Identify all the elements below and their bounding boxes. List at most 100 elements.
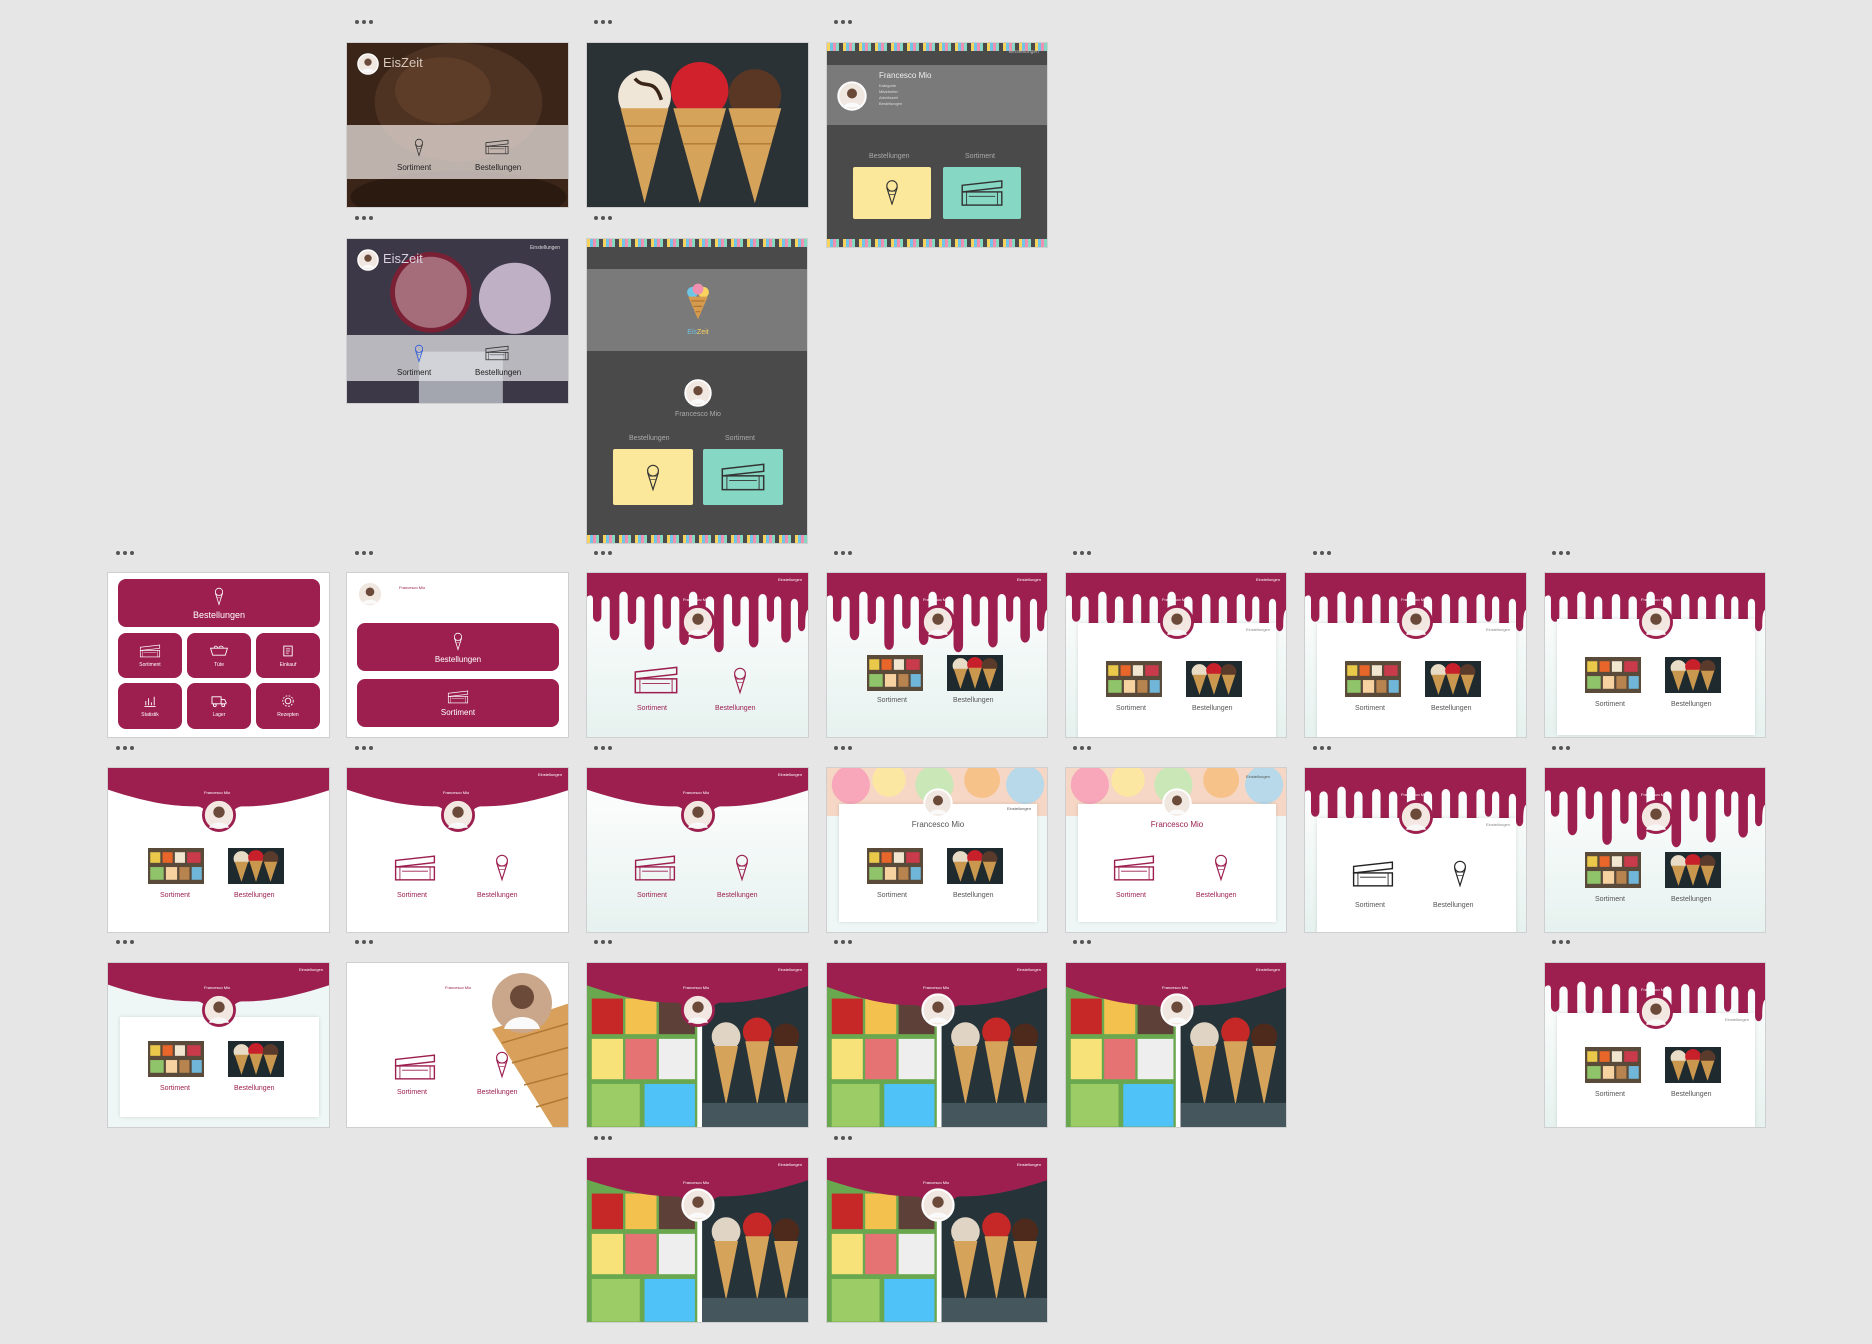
ice-cream-cone-icon[interactable]: [731, 665, 749, 695]
sortiment-label[interactable]: Sortiment: [1355, 705, 1385, 712]
sortiment-label[interactable]: Sortiment: [1355, 902, 1385, 909]
bestellungen-tile[interactable]: [853, 167, 931, 219]
dots-menu[interactable]: [355, 746, 373, 750]
map-pin-icon[interactable]: [413, 343, 425, 363]
sortiment-tile[interactable]: [943, 167, 1021, 219]
settings-link[interactable]: Einstellungen: [1246, 774, 1270, 779]
dots-menu[interactable]: [116, 746, 134, 750]
artboard-pastel-icons[interactable]: Einstellungen Francesco Mio Sortiment Be…: [1065, 767, 1287, 933]
sortiment-label[interactable]: Sortiment: [1595, 1091, 1625, 1098]
bestellungen-label[interactable]: Bestellungen: [717, 892, 757, 899]
artboard-menu-grid[interactable]: Bestellungen Sortiment Tüte Einkauf Stat…: [107, 572, 330, 738]
bestellungen-label[interactable]: Bestellungen: [477, 892, 517, 899]
sortiment-label[interactable]: Sortiment: [397, 368, 431, 377]
artboard-drip-card-a[interactable]: Einstellungen Einstellungen Francesco Mi…: [1065, 572, 1287, 738]
vitrine-photo[interactable]: [1345, 661, 1401, 697]
bestellungen-label[interactable]: Bestellungen: [234, 1085, 274, 1092]
settings-link[interactable]: Einstellungen: [1007, 806, 1031, 811]
ice-cream-cone-icon[interactable]: [493, 1049, 511, 1079]
cones-photo[interactable]: [947, 655, 1003, 691]
artboard-collage-a[interactable]: Einstellungen Francesco Mio: [586, 962, 809, 1128]
settings-link[interactable]: Einstellungen: [1017, 1162, 1041, 1167]
settings-link[interactable]: Einstellungen: [538, 772, 562, 777]
sortiment-button[interactable]: Sortiment: [357, 679, 559, 727]
ice-cream-cone-icon[interactable]: [1451, 858, 1469, 888]
bestellungen-label[interactable]: Bestellungen: [475, 368, 521, 377]
bestellungen-label[interactable]: Bestellungen: [234, 892, 274, 899]
lager-tile[interactable]: Lager: [187, 683, 251, 729]
cones-photo[interactable]: [1665, 657, 1721, 693]
artboard-drip-photos[interactable]: Einstellungen Francesco Mio Sortiment Be…: [826, 572, 1048, 738]
cones-photo[interactable]: [1425, 661, 1481, 697]
bestellungen-label[interactable]: Bestellungen: [1196, 892, 1236, 899]
ice-cream-cone-icon[interactable]: [1212, 852, 1230, 882]
rezepte-tile[interactable]: Rezepten: [256, 683, 320, 729]
vitrine-photo[interactable]: [148, 1041, 204, 1077]
dots-menu[interactable]: [834, 746, 852, 750]
dots-menu[interactable]: [1073, 746, 1091, 750]
artboard-drip-card-c[interactable]: Francesco Mio Sortiment Bestellungen: [1544, 572, 1766, 738]
dots-menu[interactable]: [116, 940, 134, 944]
dots-menu[interactable]: [594, 20, 612, 24]
dots-menu[interactable]: [355, 20, 373, 24]
cones-photo[interactable]: [1186, 661, 1242, 697]
sortiment-label[interactable]: Sortiment: [1595, 896, 1625, 903]
dots-menu[interactable]: [116, 551, 134, 555]
vitrine-photo[interactable]: [867, 655, 923, 691]
cones-photo[interactable]: [1665, 852, 1721, 888]
bestellungen-label[interactable]: Bestellungen: [1431, 705, 1471, 712]
sortiment-label[interactable]: Sortiment: [1116, 705, 1146, 712]
artboard-portrait-cone[interactable]: Francesco Mio Sortiment Bestellungen: [346, 962, 569, 1128]
dots-menu[interactable]: [355, 551, 373, 555]
dots-menu[interactable]: [594, 1136, 612, 1140]
sortiment-label[interactable]: Sortiment: [1116, 892, 1146, 899]
artboard-home-chocolate[interactable]: EisZeit Sortiment Bestellungen: [346, 42, 569, 208]
settings-link[interactable]: Einstellungen: [778, 967, 802, 972]
sortiment-tile[interactable]: Sortiment: [118, 633, 182, 678]
settings-link[interactable]: Einstellungen: [1256, 577, 1280, 582]
dots-menu[interactable]: [594, 746, 612, 750]
artboard-home-dark-tall[interactable]: EisZeit Francesco Mio Bestellungen Sorti…: [586, 238, 808, 544]
dots-menu[interactable]: [594, 216, 612, 220]
artboard-drip-card-b[interactable]: Einstellungen Francesco Mio Sortiment Be…: [1304, 572, 1527, 738]
bestellungen-label[interactable]: Bestellungen: [1671, 1091, 1711, 1098]
sortiment-label[interactable]: Sortiment: [160, 1085, 190, 1092]
settings-link[interactable]: Einstellungen: [1246, 627, 1270, 632]
dots-menu[interactable]: [594, 940, 612, 944]
sortiment-label[interactable]: Sortiment: [397, 1089, 427, 1096]
artboard-collage-b[interactable]: Einstellungen Francesco Mio: [826, 962, 1048, 1128]
settings-link[interactable]: Einstellungen: [1725, 1017, 1749, 1022]
artboard-home-berry[interactable]: EisZeit Einstellungen Sortiment Bestellu…: [346, 238, 569, 404]
bestellungen-label[interactable]: Bestellungen: [953, 892, 993, 899]
vitrine-photo[interactable]: [1585, 1047, 1641, 1083]
artboard-two-buttons[interactable]: Francesco Mio Bestellungen Sortiment: [346, 572, 569, 738]
settings-link[interactable]: Einstellungen: [1009, 49, 1039, 55]
bestellungen-label[interactable]: Bestellungen: [1671, 896, 1711, 903]
settings-link[interactable]: Einstellungen: [778, 1162, 802, 1167]
dots-menu[interactable]: [594, 551, 612, 555]
artboard-wave-card[interactable]: Einstellungen Francesco Mio Sortiment Be…: [107, 962, 330, 1128]
settings-link[interactable]: Einstellungen: [1486, 822, 1510, 827]
ice-cream-cone-icon[interactable]: [733, 852, 751, 882]
settings-link[interactable]: Einstellungen: [1017, 577, 1041, 582]
vitrine-photo[interactable]: [1585, 852, 1641, 888]
vitrine-photo[interactable]: [1106, 661, 1162, 697]
display-freezer-icon[interactable]: [483, 345, 511, 361]
artboard-pastel-photos[interactable]: Einstellungen Francesco Mio Sortiment Be…: [826, 767, 1048, 933]
dots-menu[interactable]: [1073, 940, 1091, 944]
display-freezer-icon[interactable]: [633, 854, 677, 882]
cones-photo[interactable]: [947, 848, 1003, 884]
dots-menu[interactable]: [355, 216, 373, 220]
sortiment-label[interactable]: Sortiment: [160, 892, 190, 899]
bestellungen-label[interactable]: Bestellungen: [953, 697, 993, 704]
dots-menu[interactable]: [834, 1136, 852, 1140]
dots-menu[interactable]: [834, 20, 852, 24]
tuete-tile[interactable]: Tüte: [187, 633, 251, 678]
artboard-profile-dark[interactable]: Einstellungen Francesco Mio Kategorie Mi…: [826, 42, 1048, 248]
artboard-wave-icons[interactable]: Einstellungen Francesco Mio Sortiment Be…: [346, 767, 569, 933]
dots-menu[interactable]: [1073, 551, 1091, 555]
bestellungen-label[interactable]: Bestellungen: [1192, 705, 1232, 712]
sortiment-tile[interactable]: [703, 449, 783, 505]
statistik-tile[interactable]: Statistik: [118, 683, 182, 729]
artboard-three-cones[interactable]: [586, 42, 809, 208]
